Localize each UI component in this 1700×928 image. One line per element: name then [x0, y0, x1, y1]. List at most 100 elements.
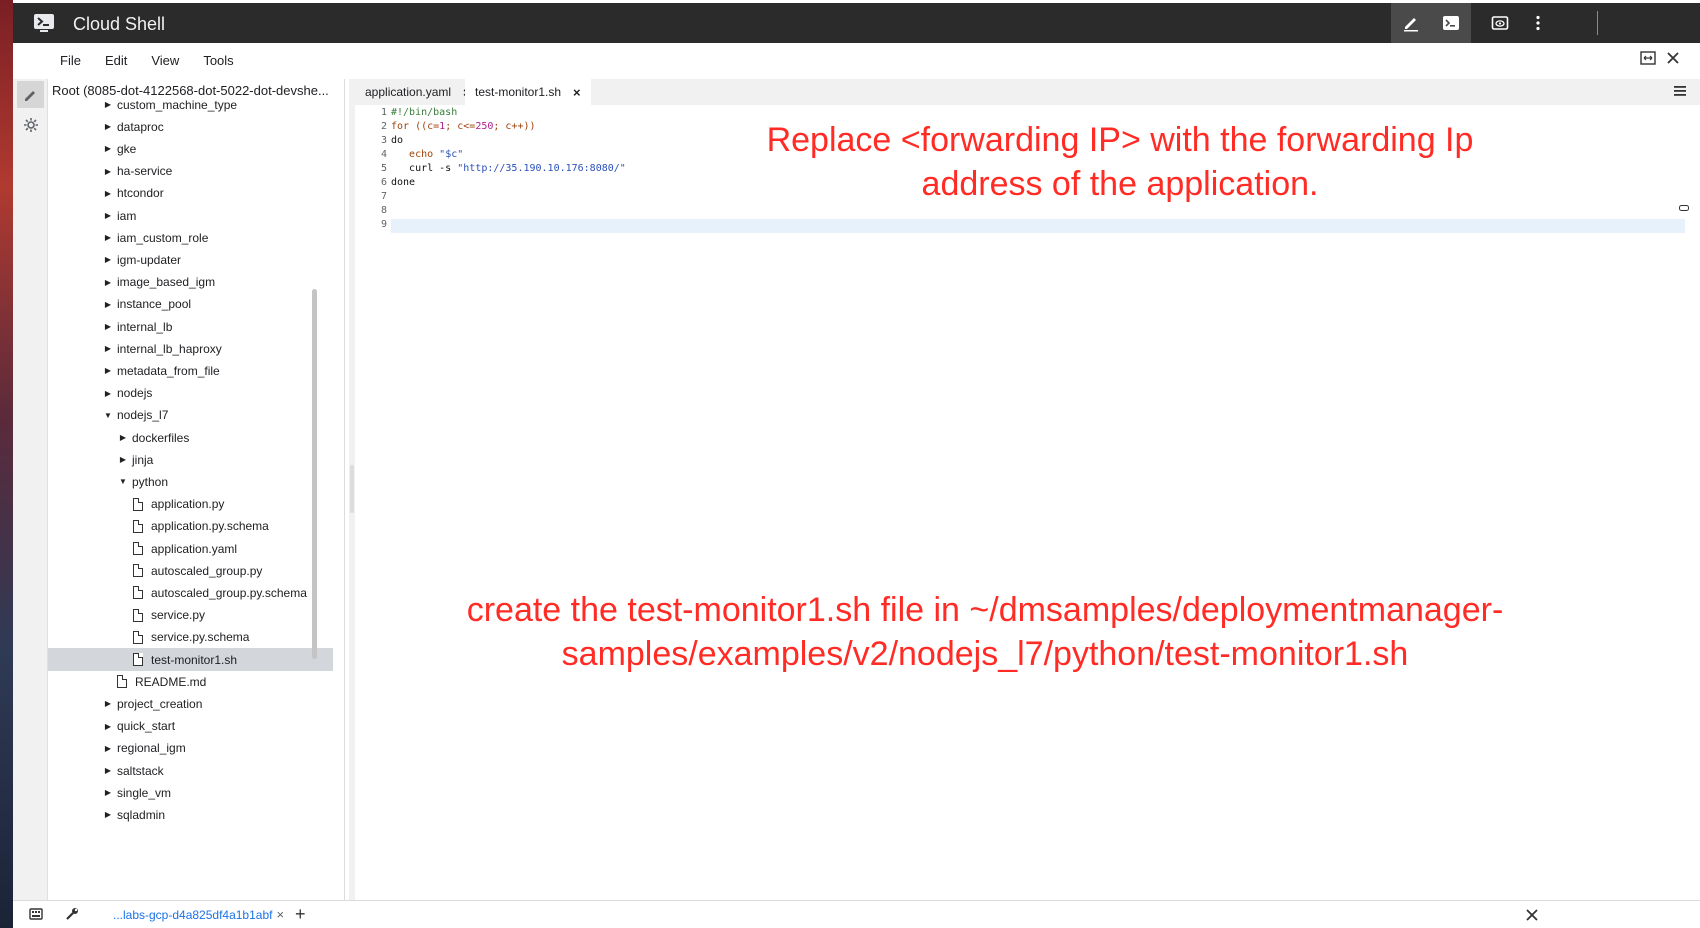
tree-file[interactable]: autoscaled_group.py.schema	[48, 581, 333, 604]
tree-item-label: gke	[117, 141, 137, 156]
tree-folder[interactable]: ▶ igm-updater	[48, 248, 333, 271]
tree-folder[interactable]: ▶ iam_custom_role	[48, 226, 333, 249]
tree-folder[interactable]: ▶ htcondor	[48, 182, 333, 205]
tree-folder[interactable]: ▶ saltstack	[48, 759, 333, 782]
collapsed-arrow-icon[interactable]: ▶	[102, 144, 114, 153]
tree-item-label: htcondor	[117, 186, 164, 201]
expanded-arrow-icon[interactable]: ▼	[117, 477, 129, 486]
tree-folder[interactable]: ▶ custom_machine_type	[48, 93, 333, 116]
collapsed-arrow-icon[interactable]: ▶	[102, 344, 114, 353]
tree-folder[interactable]: ▼ nodejs_l7	[48, 404, 333, 427]
web-preview-icon	[1491, 16, 1509, 30]
explorer-rail-button[interactable]	[17, 81, 44, 108]
close-tab-icon[interactable]: ×	[573, 85, 581, 100]
collapsed-arrow-icon[interactable]: ▶	[102, 100, 114, 109]
collapsed-arrow-icon[interactable]: ▶	[102, 167, 114, 176]
menu-file[interactable]: File	[48, 43, 93, 79]
tree-folder[interactable]: ▶ dataproc	[48, 115, 333, 138]
tree-item-label: test-monitor1.sh	[151, 652, 238, 667]
close-editor-icon[interactable]	[1666, 51, 1680, 65]
open-terminal-button[interactable]	[1431, 3, 1471, 43]
tree-folder[interactable]: ▶ internal_lb	[48, 315, 333, 338]
collapsed-arrow-icon[interactable]: ▶	[102, 233, 114, 242]
add-session-button[interactable]: +	[295, 904, 306, 925]
collapsed-arrow-icon[interactable]: ▶	[117, 433, 129, 442]
tree-folder[interactable]: ▶ image_based_igm	[48, 271, 333, 294]
tree-folder[interactable]: ▶ dockerfiles	[48, 426, 333, 449]
settings-rail-button[interactable]	[17, 111, 44, 138]
collapsed-arrow-icon[interactable]: ▶	[117, 455, 129, 464]
tree-file[interactable]: application.py.schema	[48, 515, 333, 538]
code-area[interactable]: #!/bin/bash for ((c=1; c<=250; c++)) do ec…	[391, 106, 626, 232]
collapsed-arrow-icon[interactable]: ▶	[102, 722, 114, 731]
collapsed-arrow-icon[interactable]: ▶	[102, 189, 114, 198]
tree-folder[interactable]: ▶ metadata_from_file	[48, 359, 333, 382]
explorer-scrollbar[interactable]	[312, 289, 317, 659]
tree-folder[interactable]: ▶ quick_start	[48, 715, 333, 738]
tree-file[interactable]: application.yaml	[48, 537, 333, 560]
open-editor-button[interactable]	[1391, 3, 1431, 43]
collapsed-arrow-icon[interactable]: ▶	[102, 278, 114, 287]
collapsed-arrow-icon[interactable]: ▶	[102, 788, 114, 797]
tree-item-label: service.py	[151, 608, 206, 623]
tree-item-label: iam	[117, 208, 137, 223]
tab-test-monitor1-sh[interactable]: test-monitor1.sh ×	[465, 79, 591, 105]
tree-item-label: autoscaled_group.py.schema	[151, 585, 307, 600]
collapsed-arrow-icon[interactable]: ▶	[102, 366, 114, 375]
close-terminal-icon[interactable]	[1526, 909, 1538, 921]
tree-item-label: iam_custom_role	[117, 230, 209, 245]
tree-folder[interactable]: ▶ single_vm	[48, 781, 333, 804]
tree-folder[interactable]: ▶ project_creation	[48, 692, 333, 715]
web-preview-button[interactable]	[1480, 3, 1520, 43]
file-icon	[133, 519, 143, 533]
menu-view[interactable]: View	[139, 43, 191, 79]
splitter-grip[interactable]	[350, 465, 354, 513]
tree-file[interactable]: service.py.schema	[48, 626, 333, 649]
tree-file[interactable]: application.py	[48, 493, 333, 516]
file-icon	[133, 497, 143, 511]
collapsed-arrow-icon[interactable]: ▶	[102, 122, 114, 131]
tree-file[interactable]: service.py	[48, 604, 333, 627]
tree-file[interactable]: autoscaled_group.py	[48, 559, 333, 582]
line-number: 3	[380, 135, 387, 146]
tree-folder[interactable]: ▶ nodejs	[48, 382, 333, 405]
collapsed-arrow-icon[interactable]: ▶	[102, 211, 114, 220]
collapsed-arrow-icon[interactable]: ▶	[102, 810, 114, 819]
tree-folder[interactable]: ▶ ha-service	[48, 160, 333, 183]
more-options-button[interactable]	[1518, 3, 1558, 43]
wrench-icon[interactable]	[65, 907, 79, 921]
tree-folder[interactable]: ▶ internal_lb_haproxy	[48, 337, 333, 360]
hamburger-menu-icon[interactable]	[1674, 85, 1686, 97]
tree-folder[interactable]: ▶ iam	[48, 204, 333, 227]
tree-folder[interactable]: ▼ python	[48, 470, 333, 493]
file-icon	[133, 564, 143, 578]
tree-file[interactable]: test-monitor1.sh	[48, 648, 333, 671]
collapsed-arrow-icon[interactable]: ▶	[102, 766, 114, 775]
tree-folder[interactable]: ▶ sqladmin	[48, 803, 333, 826]
collapsed-arrow-icon[interactable]: ▶	[102, 699, 114, 708]
terminal-session-tab[interactable]: ...labs-gcp-d4a825df4a1b1abf ×	[113, 907, 284, 922]
collapsed-arrow-icon[interactable]: ▶	[102, 322, 114, 331]
tree-folder[interactable]: ▶ regional_igm	[48, 737, 333, 760]
more-vert-icon	[1536, 15, 1540, 31]
tree-folder[interactable]: ▶ jinja	[48, 448, 333, 471]
keyboard-icon[interactable]	[29, 907, 43, 921]
minimap-marker-icon	[1679, 205, 1689, 211]
tree-folder[interactable]: ▶ gke	[48, 137, 333, 160]
collapsed-arrow-icon[interactable]: ▶	[102, 744, 114, 753]
menu-tools[interactable]: Tools	[191, 43, 245, 79]
close-session-icon[interactable]: ×	[276, 907, 284, 922]
collapsed-arrow-icon[interactable]: ▶	[102, 389, 114, 398]
tree-item-label: python	[132, 474, 169, 489]
file-icon	[133, 586, 143, 600]
code-line: for ((c=1; c<=250; c++))	[391, 121, 536, 132]
expand-horizontal-icon[interactable]	[1640, 51, 1656, 65]
expanded-arrow-icon[interactable]: ▼	[102, 411, 114, 420]
tab-application-yaml[interactable]: application.yaml ×	[355, 79, 481, 105]
collapsed-arrow-icon[interactable]: ▶	[102, 255, 114, 264]
collapsed-arrow-icon[interactable]: ▶	[102, 300, 114, 309]
tree-file[interactable]: README.md	[48, 670, 333, 693]
menu-edit[interactable]: Edit	[93, 43, 139, 79]
tree-folder[interactable]: ▶ instance_pool	[48, 293, 333, 316]
